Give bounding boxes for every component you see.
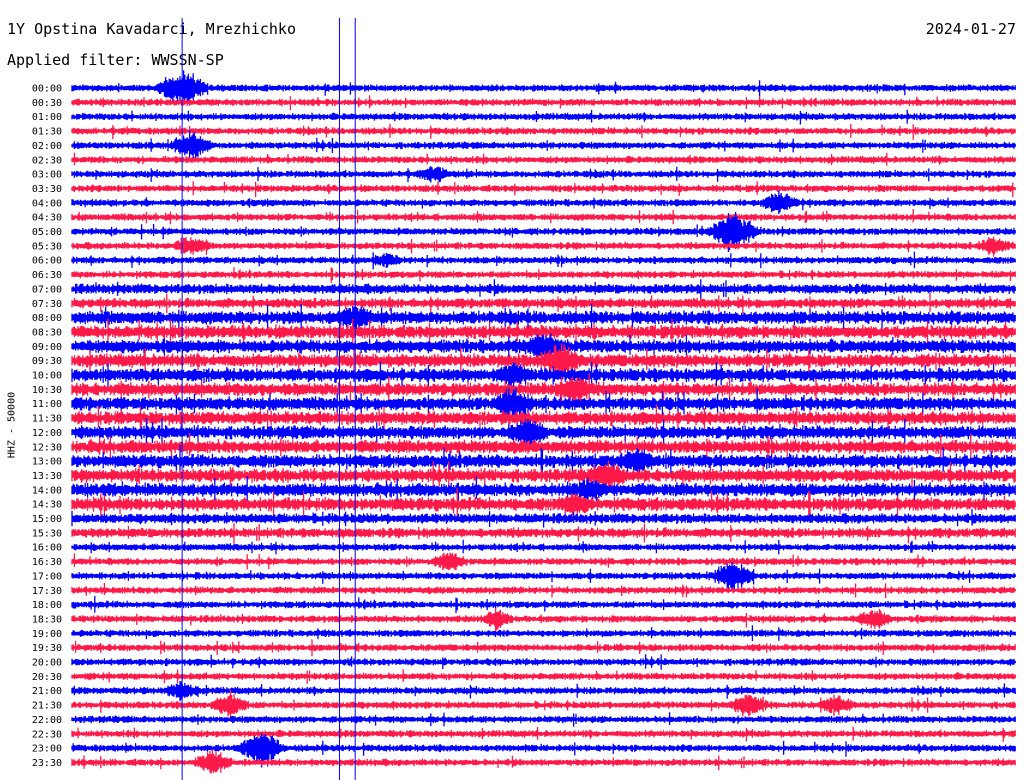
time-label: 03:30 xyxy=(32,184,62,195)
time-label: 02:30 xyxy=(32,155,62,166)
time-label: 01:00 xyxy=(32,112,62,123)
trace-row xyxy=(71,639,1016,657)
time-label: 13:30 xyxy=(32,471,62,482)
time-label: 21:00 xyxy=(32,686,62,697)
time-label: 08:30 xyxy=(32,327,62,338)
time-label: 04:00 xyxy=(32,198,62,209)
trace-row xyxy=(71,654,1016,670)
trace-row xyxy=(71,689,1016,722)
time-label: 10:30 xyxy=(32,385,62,396)
seismic-traces xyxy=(71,70,1016,774)
time-label: 04:30 xyxy=(32,213,62,224)
time-label: 13:00 xyxy=(32,457,62,468)
time-label: 05:00 xyxy=(32,227,62,238)
trace-row xyxy=(71,152,1016,166)
trace-row xyxy=(71,712,1016,727)
time-label: 20:30 xyxy=(32,672,62,683)
trace-row xyxy=(71,562,1016,590)
time-label: 07:00 xyxy=(32,284,62,295)
time-label: 10:00 xyxy=(32,371,62,382)
time-label: 19:00 xyxy=(32,629,62,640)
trace-row xyxy=(71,236,1016,257)
time-label: 19:30 xyxy=(32,643,62,654)
trace-row xyxy=(71,292,1016,314)
trace-row xyxy=(71,726,1016,742)
time-label: 23:30 xyxy=(32,758,62,769)
trace-row xyxy=(71,583,1016,599)
trace-row xyxy=(71,251,1016,270)
time-label: 00:30 xyxy=(32,98,62,109)
time-label: 18:00 xyxy=(32,600,62,611)
time-label: 20:00 xyxy=(32,658,62,669)
time-label: 03:00 xyxy=(32,170,62,181)
trace-row xyxy=(71,608,1016,634)
trace-row xyxy=(71,267,1016,283)
time-label: 09:00 xyxy=(32,342,62,353)
time-label: 17:30 xyxy=(32,586,62,597)
time-label: 17:00 xyxy=(32,571,62,582)
time-label: 22:30 xyxy=(32,729,62,740)
time-label: 14:30 xyxy=(32,500,62,511)
trace-row xyxy=(71,669,1016,684)
time-label: 08:00 xyxy=(32,313,62,324)
time-label: 23:00 xyxy=(32,744,62,755)
time-label: 15:00 xyxy=(32,514,62,525)
time-label: 01:30 xyxy=(32,127,62,138)
time-label: 14:00 xyxy=(32,485,62,496)
time-label: 12:00 xyxy=(32,428,62,439)
trace-row xyxy=(71,95,1016,111)
time-label: 21:30 xyxy=(32,701,62,712)
time-label: 06:30 xyxy=(32,270,62,281)
trace-row xyxy=(71,190,1016,214)
trace-row xyxy=(71,279,1016,300)
time-label: 07:30 xyxy=(32,299,62,310)
time-label: 06:00 xyxy=(32,256,62,267)
trace-row xyxy=(71,166,1016,183)
time-label: 18:30 xyxy=(32,614,62,625)
trace-row xyxy=(71,181,1016,198)
trace-row xyxy=(71,109,1016,125)
trace-row xyxy=(71,209,1016,225)
helicorder-plot: 00:00 00:30 01:00 01:30 02:00 02:30 03:00 03:30… xyxy=(32,18,1016,780)
trace-row xyxy=(71,70,1016,105)
time-label: 02:00 xyxy=(32,141,62,152)
time-label: 12:30 xyxy=(32,442,62,453)
trace-row xyxy=(71,749,1016,774)
trace-row xyxy=(71,123,1016,140)
time-label: 09:30 xyxy=(32,356,62,367)
time-label: 15:30 xyxy=(32,528,62,539)
trace-row xyxy=(71,552,1016,571)
trace-row xyxy=(71,596,1016,613)
time-label: 11:00 xyxy=(32,399,62,410)
time-label: 16:30 xyxy=(32,557,62,568)
time-label: 11:30 xyxy=(32,414,62,425)
trace-row xyxy=(71,539,1016,555)
trace-row xyxy=(71,508,1016,528)
trace-row xyxy=(71,130,1016,160)
time-label: 05:30 xyxy=(32,241,62,252)
time-label: 00:00 xyxy=(32,84,62,95)
trace-row xyxy=(71,625,1016,642)
time-label: 16:00 xyxy=(32,543,62,554)
time-label: 22:00 xyxy=(32,715,62,726)
time-labels: 00:00 00:30 01:00 01:30 02:00 02:30 03:00 03:30… xyxy=(32,84,62,769)
trace-row xyxy=(71,681,1016,702)
